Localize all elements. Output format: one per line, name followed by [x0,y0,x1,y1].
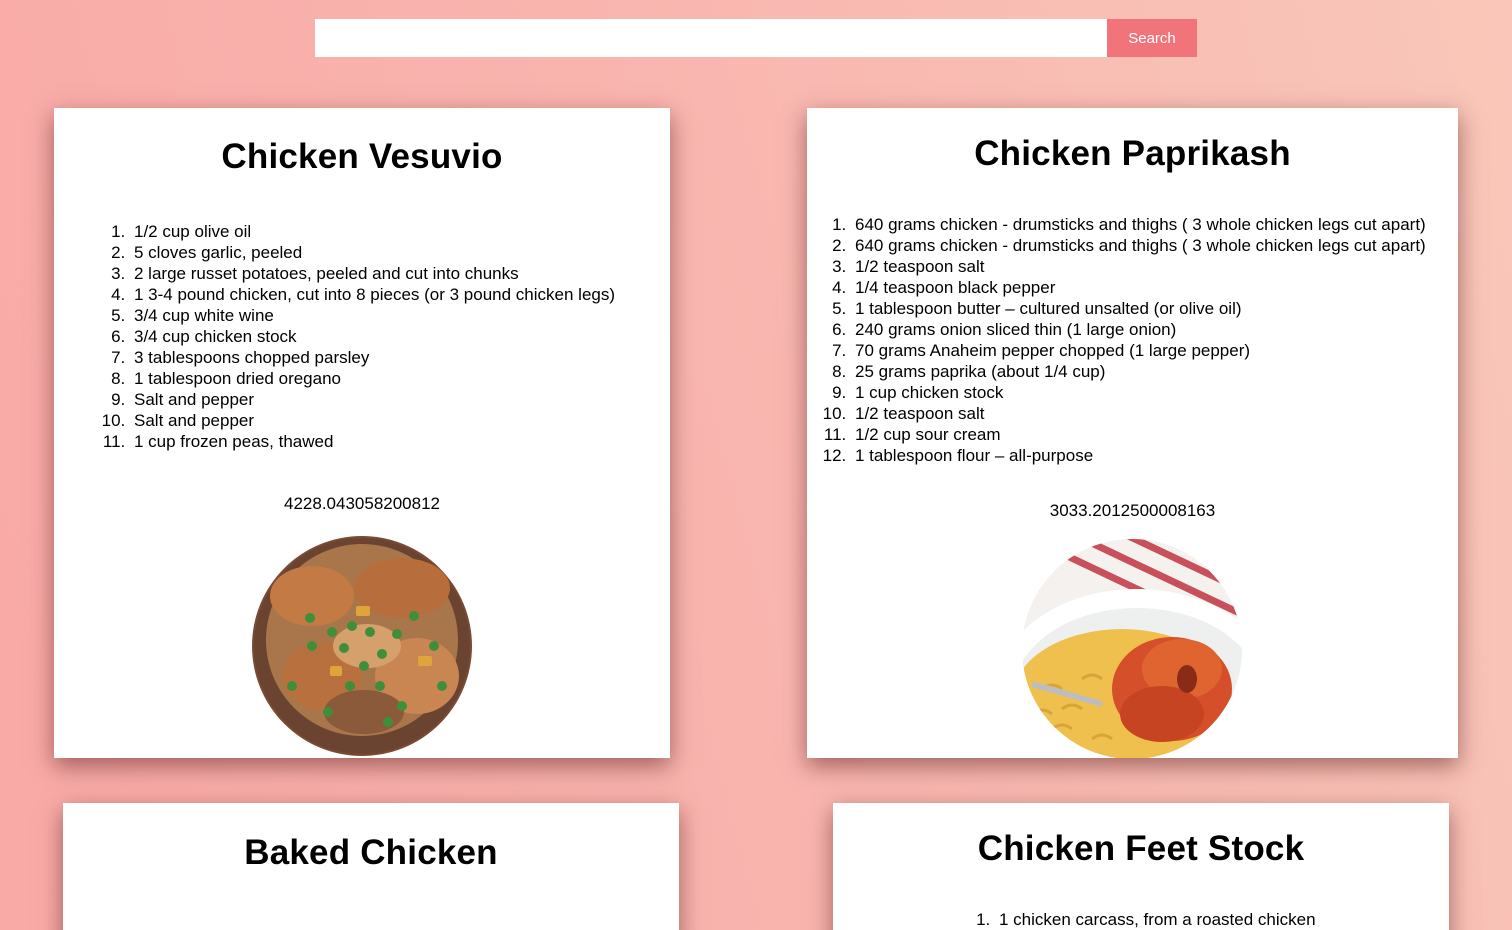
ingredient-item: 640 grams chicken - drumsticks and thigh… [851,235,1426,256]
recipe-title: Chicken Vesuvio [221,137,503,176]
ingredient-item: Salt and pepper [130,389,615,410]
recipe-card: Baked Chicken [63,803,679,930]
ingredient-item: 1/2 teaspoon salt [851,256,1426,277]
recipe-card: Chicken Vesuvio 1/2 cup olive oil 5 clov… [54,108,670,758]
search-input[interactable] [315,19,1107,57]
ingredient-item: 1 tablespoon butter – cultured unsalted … [851,298,1426,319]
ingredient-list: 640 grams chicken - drumsticks and thigh… [851,214,1426,466]
ingredient-item: 640 grams chicken - drumsticks and thigh… [851,214,1426,235]
ingredient-list: 1/2 cup olive oil 5 cloves garlic, peele… [130,221,615,452]
ingredient-item: 1 tablespoon flour – all-purpose [851,445,1426,466]
ingredient-item: 1 tablespoon dried oregano [130,368,615,389]
ingredient-item: 3 tablespoons chopped parsley [130,347,615,368]
ingredient-item: 1 chicken carcass, from a roasted chicke… [995,909,1316,930]
ingredient-item: 3/4 cup white wine [130,305,615,326]
ingredient-list: 1 chicken carcass, from a roasted chicke… [995,909,1316,930]
ingredient-item: Salt and pepper [130,410,615,431]
calorie-value: 4228.043058200812 [284,494,440,513]
calorie-value: 3033.2012500008163 [1049,501,1216,520]
ingredient-item: 240 grams onion sliced thin (1 large oni… [851,319,1426,340]
chicken-vesuvio-photo-icon [252,536,472,756]
search-button[interactable]: Search [1107,19,1197,57]
recipe-title: Baked Chicken [244,833,498,872]
ingredient-item: 1 cup frozen peas, thawed [130,431,615,452]
ingredient-item: 1/4 teaspoon black pepper [851,277,1426,298]
ingredient-item: 1 3-4 pound chicken, cut into 8 pieces (… [130,284,615,305]
recipe-card: Chicken Feet Stock 1 chicken carcass, fr… [833,803,1449,930]
recipe-photo [252,536,472,756]
recipe-title: Chicken Paprikash [974,134,1291,173]
search-bar: Search [315,19,1197,57]
chicken-paprikash-photo-icon [1022,539,1242,758]
ingredient-item: 1/2 teaspoon salt [851,403,1426,424]
ingredient-item: 1/2 cup sour cream [851,424,1426,445]
ingredient-item: 3/4 cup chicken stock [130,326,615,347]
ingredient-item: 5 cloves garlic, peeled [130,242,615,263]
ingredient-item: 25 grams paprika (about 1/4 cup) [851,361,1426,382]
ingredient-item: 70 grams Anaheim pepper chopped (1 large… [851,340,1426,361]
recipe-title: Chicken Feet Stock [977,829,1305,868]
ingredient-item: 2 large russet potatoes, peeled and cut … [130,263,615,284]
ingredient-item: 1 cup chicken stock [851,382,1426,403]
ingredient-item: 1/2 cup olive oil [130,221,615,242]
recipe-photo [1022,539,1242,758]
recipe-card: Chicken Paprikash 640 grams chicken - dr… [807,108,1458,758]
